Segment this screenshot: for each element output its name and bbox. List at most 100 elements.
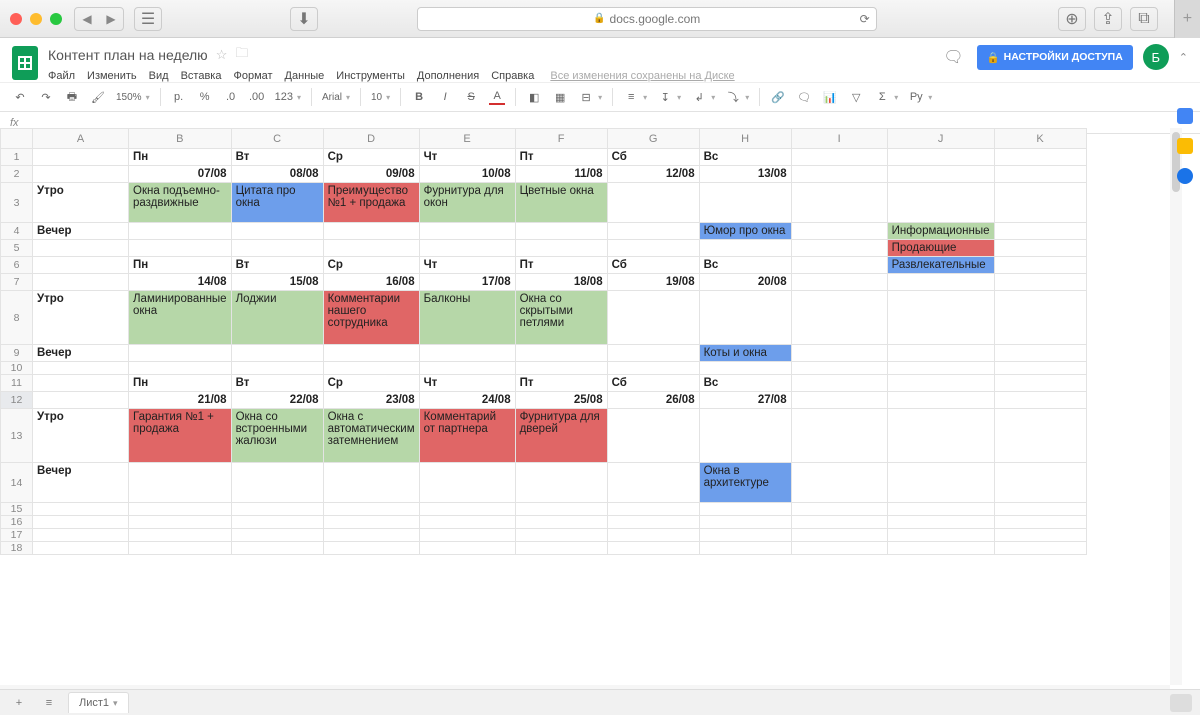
row-13[interactable]: 13	[1, 409, 33, 463]
cell[interactable]: Пн	[129, 149, 232, 166]
downloads-button[interactable]: ⬇	[290, 7, 318, 31]
borders-icon[interactable]: ▦	[552, 91, 568, 104]
cell[interactable]: 09/08	[323, 166, 419, 183]
cell[interactable]: Пн	[129, 257, 232, 274]
cell[interactable]: Коты и окна	[699, 345, 791, 362]
cell[interactable]: Гарантия №1 + продажа	[129, 409, 232, 463]
cell[interactable]: 16/08	[323, 274, 419, 291]
cell[interactable]: Балконы	[419, 291, 515, 345]
row-14[interactable]: 14	[1, 463, 33, 503]
cell[interactable]: Юмор про окна	[699, 223, 791, 240]
close-window-button[interactable]	[10, 13, 22, 25]
comments-icon[interactable]: 🗨	[941, 46, 967, 68]
input-tools-icon[interactable]: Ру	[908, 91, 924, 103]
cell[interactable]: Вечер	[33, 223, 129, 240]
cell[interactable]: 13/08	[699, 166, 791, 183]
cell[interactable]: Пн	[129, 375, 232, 392]
cell[interactable]: 20/08	[699, 274, 791, 291]
col-C[interactable]: C	[231, 129, 323, 149]
redo-icon[interactable]: ↷	[38, 91, 54, 104]
cell[interactable]: 26/08	[607, 392, 699, 409]
cell[interactable]: Утро	[33, 291, 129, 345]
font-family-select[interactable]: Arial	[322, 92, 342, 103]
col-H[interactable]: H	[699, 129, 791, 149]
cell[interactable]: Сб	[607, 149, 699, 166]
cell[interactable]: Чт	[419, 375, 515, 392]
cell[interactable]: 07/08	[129, 166, 232, 183]
row-8[interactable]: 8	[1, 291, 33, 345]
col-B[interactable]: B	[129, 129, 232, 149]
move-folder-icon[interactable]: 🗀	[235, 44, 248, 66]
row-3[interactable]: 3	[1, 183, 33, 223]
row-1[interactable]: 1	[1, 149, 33, 166]
sheet-tab-menu-icon[interactable]: ▾	[113, 698, 118, 709]
cell[interactable]: 15/08	[231, 274, 323, 291]
cell[interactable]: Комментарий от партнера	[419, 409, 515, 463]
row-9[interactable]: 9	[1, 345, 33, 362]
share-button[interactable]: 🔒 НАСТРОЙКИ ДОСТУПА	[977, 45, 1133, 70]
star-icon[interactable]: ☆	[216, 47, 228, 63]
all-sheets-button[interactable]: ≡	[38, 697, 60, 709]
cell[interactable]: Комментарии нашего сотрудника	[323, 291, 419, 345]
cell[interactable]: Ср	[323, 149, 419, 166]
calendar-app-icon[interactable]	[1177, 108, 1193, 124]
cell[interactable]: 25/08	[515, 392, 607, 409]
row-15[interactable]: 15	[1, 503, 33, 516]
cell[interactable]: Вечер	[33, 463, 129, 503]
cell[interactable]: 11/08	[515, 166, 607, 183]
reload-icon[interactable]: ⟳	[860, 12, 870, 26]
percent-icon[interactable]: %	[197, 91, 213, 103]
fill-color-icon[interactable]: ◧	[526, 91, 542, 104]
cell[interactable]: Развлекательные	[887, 257, 994, 274]
cell[interactable]: 10/08	[419, 166, 515, 183]
currency-ruble-icon[interactable]: р.	[171, 91, 187, 103]
cell[interactable]: Фурнитура для окон	[419, 183, 515, 223]
cell[interactable]: Вс	[699, 375, 791, 392]
cell[interactable]: 14/08	[129, 274, 232, 291]
comment-icon[interactable]: 🗨	[796, 91, 812, 104]
row-2[interactable]: 2	[1, 166, 33, 183]
cell[interactable]: 24/08	[419, 392, 515, 409]
sheet-tab[interactable]: Лист1 ▾	[68, 692, 129, 713]
cell[interactable]: Вт	[231, 375, 323, 392]
cell[interactable]: Пт	[515, 375, 607, 392]
row-5[interactable]: 5	[1, 240, 33, 257]
minimize-window-button[interactable]	[30, 13, 42, 25]
row-16[interactable]: 16	[1, 516, 33, 529]
tabs-button[interactable]: ⧉	[1130, 7, 1158, 31]
cell[interactable]: Пт	[515, 149, 607, 166]
more-formats-icon[interactable]: 123	[275, 91, 293, 103]
row-11[interactable]: 11	[1, 375, 33, 392]
document-title[interactable]: Контент план на неделю	[48, 47, 208, 63]
cell[interactable]: Ср	[323, 375, 419, 392]
paint-format-icon[interactable]: 🖌	[90, 91, 106, 104]
cell[interactable]: 19/08	[607, 274, 699, 291]
cell[interactable]: 12/08	[607, 166, 699, 183]
cell[interactable]: Окна в архитектуре	[699, 463, 791, 503]
cell[interactable]: Утро	[33, 183, 129, 223]
menu-edit[interactable]: Изменить	[87, 70, 137, 82]
cell[interactable]: Утро	[33, 409, 129, 463]
increase-decimal-icon[interactable]: .00	[249, 91, 265, 103]
zoom-select[interactable]: 150%	[116, 92, 142, 103]
cell[interactable]: Цитата про окна	[231, 183, 323, 223]
select-all-corner[interactable]	[1, 129, 33, 149]
cell[interactable]: Вс	[699, 257, 791, 274]
decrease-decimal-icon[interactable]: .0	[223, 91, 239, 103]
cell[interactable]: Лоджии	[231, 291, 323, 345]
filter-icon[interactable]: ▽	[848, 91, 864, 104]
sidebar-toggle-button[interactable]: ☰	[134, 7, 162, 31]
cell[interactable]: Ср	[323, 257, 419, 274]
sheets-logo-icon[interactable]	[12, 46, 38, 80]
strike-icon[interactable]: S	[463, 91, 479, 103]
keep-app-icon[interactable]	[1177, 138, 1193, 154]
cell[interactable]: 18/08	[515, 274, 607, 291]
account-avatar[interactable]: Б	[1143, 44, 1169, 70]
cell[interactable]: Сб	[607, 375, 699, 392]
explore-button[interactable]	[1170, 694, 1192, 712]
save-status[interactable]: Все изменения сохранены на Диске	[550, 70, 734, 82]
collapse-header-icon[interactable]: ⌃	[1179, 51, 1188, 64]
wrap-icon[interactable]: ↲	[691, 91, 707, 104]
cell[interactable]: 23/08	[323, 392, 419, 409]
add-sheet-button[interactable]: +	[8, 697, 30, 709]
